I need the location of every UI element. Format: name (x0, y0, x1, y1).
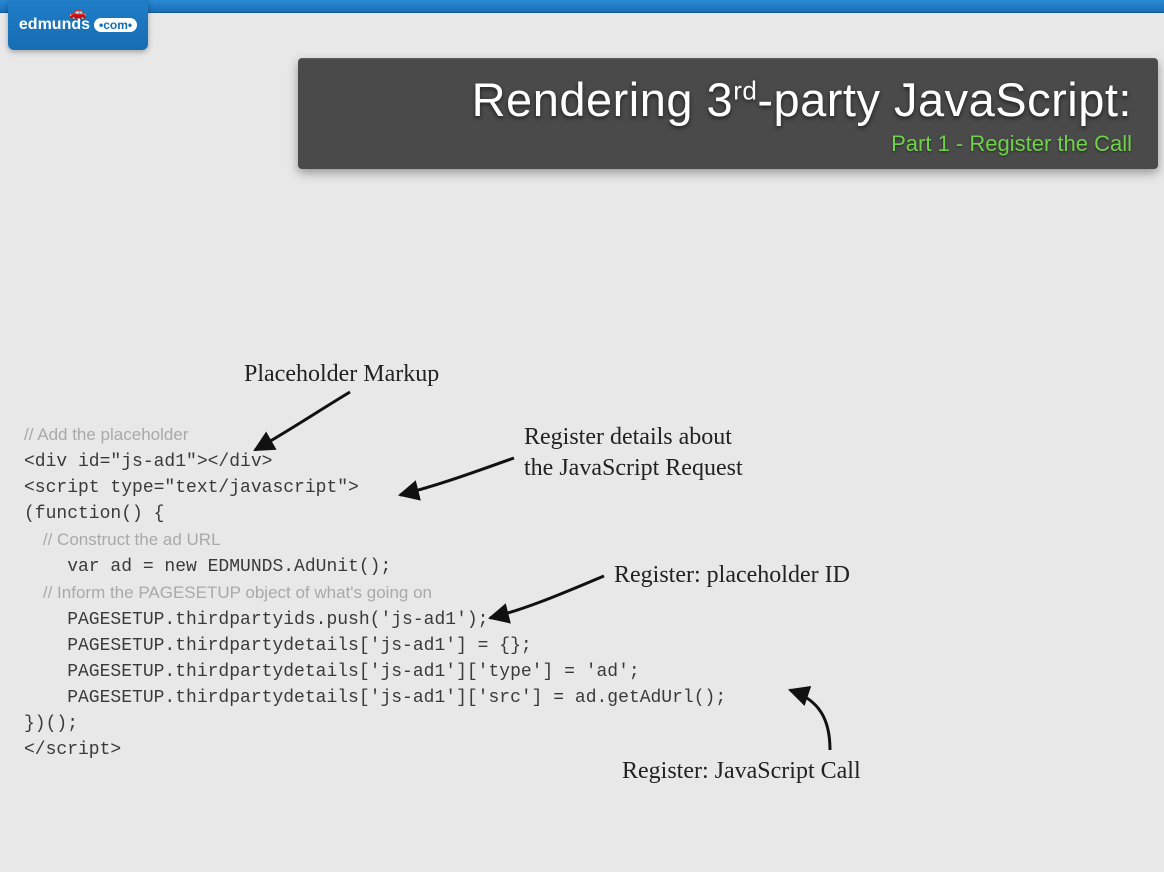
page-subtitle: Part 1 - Register the Call (324, 131, 1132, 157)
code-block: // Add the placeholder <div id="js-ad1">… (24, 422, 726, 763)
code-line-3: (function() { (24, 504, 164, 524)
code-line-2: <script type="text/javascript"> (24, 478, 359, 498)
code-line-7: PAGESETUP.thirdpartydetails['js-ad1']['t… (24, 662, 640, 682)
code-line-8: PAGESETUP.thirdpartydetails['js-ad1']['s… (24, 688, 726, 708)
code-line-9: })(); (24, 714, 78, 734)
code-comment-1: // Add the placeholder (24, 425, 188, 444)
code-line-10: </script> (24, 740, 121, 760)
code-comment-3: // Inform the PAGESETUP object of what's… (24, 583, 432, 602)
top-bar (0, 0, 1164, 13)
page-title: Rendering 3rd-party JavaScript: (324, 72, 1132, 127)
annotation-placeholder-markup: Placeholder Markup (244, 359, 439, 390)
title-sup: rd (733, 75, 757, 105)
code-line-4: var ad = new EDMUNDS.AdUnit(); (24, 557, 391, 577)
code-line-1: <div id="js-ad1"></div> (24, 452, 272, 472)
title-pre: Rendering 3 (472, 73, 734, 126)
code-comment-2: // Construct the ad URL (24, 530, 221, 549)
title-post: -party JavaScript: (757, 73, 1132, 126)
code-line-5: PAGESETUP.thirdpartyids.push('js-ad1'); (24, 610, 488, 630)
logo-tab: 🚗 edmunds •com• (8, 0, 148, 50)
title-panel: Rendering 3rd-party JavaScript: Part 1 -… (298, 58, 1158, 169)
bubble-text: com (103, 18, 128, 32)
brand-bubble: •com• (94, 18, 137, 32)
code-line-6: PAGESETUP.thirdpartydetails['js-ad1'] = … (24, 636, 532, 656)
